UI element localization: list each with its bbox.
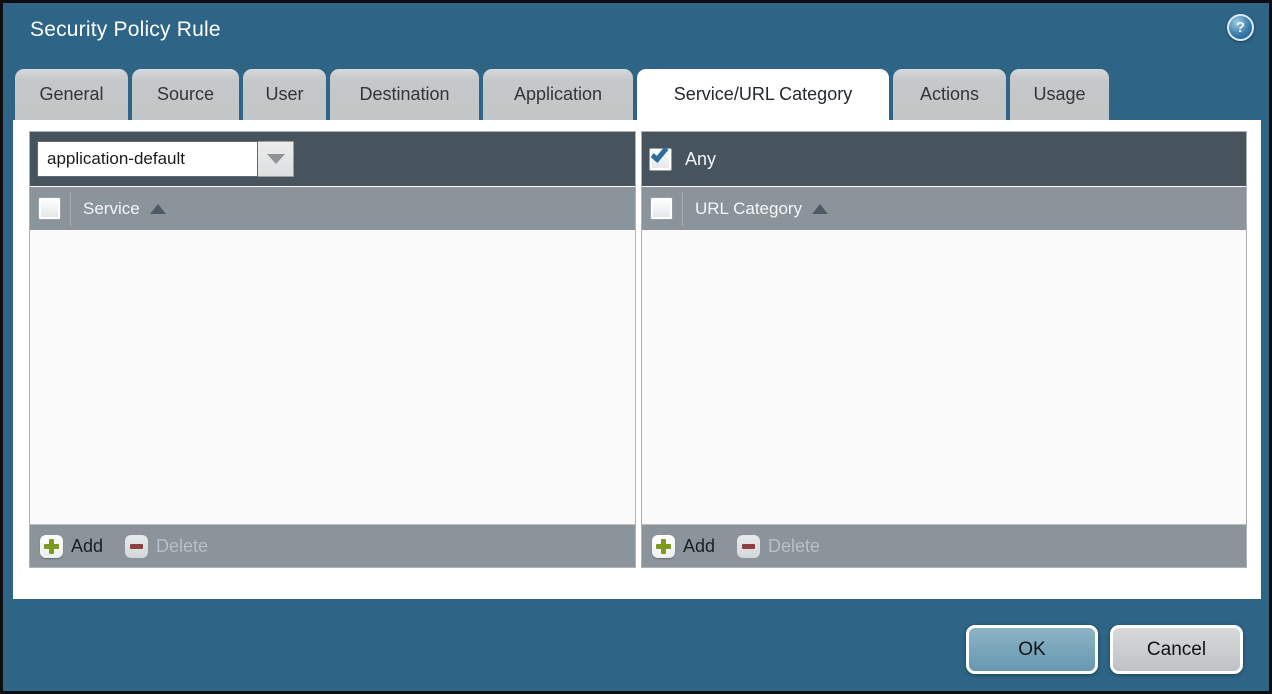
- column-separator: [682, 192, 683, 226]
- help-icon[interactable]: ?: [1227, 14, 1254, 41]
- select-all-services-checkbox[interactable]: [38, 197, 61, 220]
- sort-ascending-icon[interactable]: [812, 204, 828, 214]
- security-policy-rule-dialog: Security Policy Rule ? General Source Us…: [0, 0, 1272, 694]
- plus-icon: [40, 535, 63, 558]
- sort-ascending-icon[interactable]: [150, 204, 166, 214]
- tab-actions[interactable]: Actions: [893, 69, 1006, 120]
- tab-destination[interactable]: Destination: [330, 69, 479, 120]
- any-url-category-checkbox[interactable]: [649, 148, 672, 171]
- service-list: [30, 230, 635, 524]
- url-category-panel-header: Any: [642, 132, 1246, 186]
- tab-general[interactable]: General: [15, 69, 128, 120]
- select-all-url-categories-checkbox[interactable]: [650, 197, 673, 220]
- tab-source[interactable]: Source: [132, 69, 239, 120]
- delete-service-button[interactable]: Delete: [125, 535, 208, 558]
- tab-service-url-category[interactable]: Service/URL Category: [637, 69, 889, 120]
- plus-icon: [652, 535, 675, 558]
- checkmark-icon: [651, 144, 669, 163]
- tab-application[interactable]: Application: [483, 69, 633, 120]
- minus-icon: [125, 535, 148, 558]
- tab-content-sheet: Service Add Delete Any: [13, 120, 1261, 599]
- service-panel-toolbar: Add Delete: [30, 524, 635, 567]
- column-separator: [70, 192, 71, 226]
- any-label: Any: [685, 149, 716, 170]
- url-category-column-header: URL Category: [642, 186, 1246, 230]
- url-category-panel-toolbar: Add Delete: [642, 524, 1246, 567]
- service-panel: Service Add Delete: [29, 131, 636, 568]
- service-column-label: Service: [83, 199, 140, 219]
- tab-user[interactable]: User: [243, 69, 326, 120]
- service-type-input[interactable]: [37, 141, 258, 177]
- service-column-header: Service: [30, 186, 635, 230]
- dialog-title: Security Policy Rule: [30, 18, 221, 42]
- ok-button[interactable]: OK: [966, 625, 1098, 674]
- tab-bar: General Source User Destination Applicat…: [15, 69, 1109, 120]
- url-category-column-label: URL Category: [695, 199, 802, 219]
- add-url-category-button[interactable]: Add: [652, 535, 715, 558]
- cancel-button[interactable]: Cancel: [1110, 625, 1243, 674]
- delete-url-category-button[interactable]: Delete: [737, 535, 820, 558]
- minus-icon: [737, 535, 760, 558]
- chevron-down-icon: [267, 154, 285, 164]
- help-icon-glyph: ?: [1236, 19, 1245, 36]
- url-category-list: [642, 230, 1246, 524]
- service-panel-header: [30, 132, 635, 186]
- service-type-dropdown-button[interactable]: [258, 141, 294, 177]
- url-category-panel: Any URL Category Add Delete: [641, 131, 1247, 568]
- add-service-button[interactable]: Add: [40, 535, 103, 558]
- tab-usage[interactable]: Usage: [1010, 69, 1109, 120]
